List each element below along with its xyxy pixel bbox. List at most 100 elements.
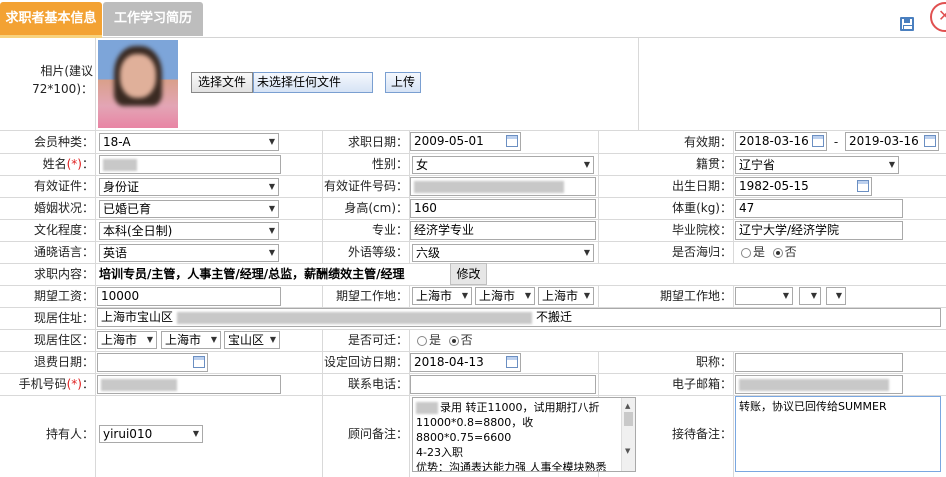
calendar-icon[interactable] (812, 135, 824, 147)
weight-label: 体重(kg)： (672, 201, 732, 215)
upload-button[interactable]: 上传 (385, 72, 421, 93)
native-place-select[interactable]: 辽宁省 ▼ (735, 156, 899, 174)
workplace-province-select[interactable]: 上海市 ▼ (412, 287, 472, 305)
overseas-no-radio[interactable] (772, 247, 783, 258)
job-title-label: 职称： (695, 355, 732, 369)
foreign-level-label: 外语等级： (347, 245, 408, 259)
id-type-label: 有效证件： (33, 179, 94, 193)
birth-date-input[interactable]: 1982-05-15 (735, 177, 872, 196)
member-type-label: 会员种类： (33, 135, 94, 149)
gender-label: 性别： (371, 157, 408, 171)
job-title-input[interactable] (735, 353, 903, 372)
workplace2-city-select[interactable]: ▼ (799, 287, 821, 305)
salary-label: 期望工资： (33, 289, 94, 303)
calendar-icon[interactable] (193, 356, 205, 368)
language-select[interactable]: 英语 ▼ (99, 244, 279, 262)
mobile-input[interactable] (97, 375, 281, 394)
profile-photo (98, 40, 178, 128)
reception-note-label: 接待备注： (671, 427, 732, 441)
birth-date-label: 出生日期： (671, 179, 732, 193)
height-input[interactable]: 160 (410, 199, 596, 218)
workplace2-label: 期望工作地： (659, 289, 732, 303)
area-city-select[interactable]: 上海市 ▼ (161, 331, 221, 349)
workplace-label: 期望工作地： (335, 289, 408, 303)
calendar-icon[interactable] (924, 135, 936, 147)
workplace2-province-select[interactable]: ▼ (735, 287, 793, 305)
calendar-icon[interactable] (506, 356, 518, 368)
address-input[interactable]: 上海市宝山区 不搬迁 (97, 308, 941, 327)
choose-file-button[interactable]: 选择文件 (191, 72, 253, 93)
mobile-label: 手机号码(*)： (18, 377, 94, 391)
tab-basic-info[interactable]: 求职者基本信息 (0, 2, 102, 38)
phone-label: 联系电话： (347, 377, 408, 391)
job-content-label: 求职内容： (33, 267, 94, 281)
overseas-label: 是否海归： (671, 245, 732, 259)
advisor-note-line: 4-23入职 (416, 446, 463, 459)
relocate-yes-radio[interactable] (417, 335, 427, 346)
holder-select[interactable]: yirui010 ▼ (99, 425, 203, 443)
major-label: 专业： (371, 223, 408, 237)
overseas-no-label: 否 (784, 245, 797, 259)
advisor-note-label: 顾问备注： (347, 427, 408, 441)
school-label: 毕业院校： (671, 223, 732, 237)
workplace-city-select[interactable]: 上海市 ▼ (475, 287, 535, 305)
calendar-icon[interactable] (857, 180, 869, 192)
marital-select[interactable]: 已婚已育 ▼ (99, 200, 279, 218)
tab-work-history[interactable]: 工作学习简历 (103, 2, 203, 36)
relocate-no-label: 否 (460, 333, 473, 347)
name-input[interactable] (99, 155, 281, 174)
overseas-yes-radio[interactable] (741, 247, 751, 258)
advisor-note-line: 优势：沟通表达能力强 人事全模块熟悉 (416, 461, 607, 472)
overseas-yes-label: 是 (753, 245, 766, 259)
weight-input[interactable]: 47 (735, 199, 903, 218)
overseas-radio-group: 是 否 (741, 241, 797, 263)
phone-input[interactable] (410, 375, 596, 394)
education-label: 文化程度： (33, 223, 94, 237)
salary-input[interactable]: 10000 (97, 287, 281, 306)
calendar-icon[interactable] (506, 135, 518, 147)
valid-period-label: 有效期： (683, 135, 732, 149)
save-icon[interactable] (900, 17, 914, 31)
id-number-label: 有效证件号码： (323, 179, 408, 193)
relocate-radio-group: 是 否 (417, 329, 473, 351)
workplace-district-select[interactable]: 上海市 ▼ (538, 287, 594, 305)
refund-date-input[interactable] (97, 353, 208, 372)
id-type-select[interactable]: 身份证 ▼ (99, 178, 279, 196)
gender-select[interactable]: 女 ▼ (412, 156, 594, 174)
area-district-select[interactable]: 宝山区 ▼ (224, 331, 280, 349)
relocate-no-radio[interactable] (448, 335, 459, 346)
member-type-select[interactable]: 18-A ▼ (99, 133, 279, 151)
reception-note-textarea[interactable]: 转账，协议已回传给SUMMER (735, 396, 941, 472)
close-icon[interactable]: ✕ (930, 2, 946, 32)
job-content-value: 培训专员/主管，人事主管/经理/总监，薪酬绩效主管/经理 (99, 267, 405, 281)
address-label: 现居住址： (33, 311, 94, 325)
language-label: 通晓语言： (33, 245, 94, 259)
advisor-note-line: 录用 转正11000，试用期打八折 (416, 400, 617, 415)
apply-date-label: 求职日期： (347, 135, 408, 149)
holder-label: 持有人： (45, 427, 94, 441)
file-name-display: 未选择任何文件 (253, 72, 373, 93)
valid-to-input[interactable]: 2019-03-16 (845, 132, 939, 151)
advisor-note-line: 11000*0.8=8800，收8800*0.75=6600 (416, 416, 534, 444)
major-input[interactable]: 经济学专业 (410, 221, 596, 240)
area-label: 现居住区： (33, 333, 94, 347)
native-place-label: 籍贯： (695, 157, 732, 171)
email-input[interactable] (735, 375, 903, 394)
relocate-yes-label: 是 (429, 333, 442, 347)
marital-label: 婚姻状况： (33, 201, 94, 215)
education-select[interactable]: 本科(全日制) ▼ (99, 222, 279, 240)
foreign-level-select[interactable]: 六级 ▼ (412, 244, 594, 262)
relocate-label: 是否可迁： (347, 333, 408, 347)
workplace2-district-select[interactable]: ▼ (826, 287, 846, 305)
date-range-dash: - (833, 135, 839, 149)
revisit-date-input[interactable]: 2018-04-13 (410, 353, 521, 372)
id-number-input[interactable] (410, 177, 596, 196)
school-input[interactable]: 辽宁大学/经济学院 (735, 221, 903, 240)
photo-label: 相片(建议72*100)： (32, 64, 93, 96)
modify-button[interactable]: 修改 (450, 263, 487, 285)
apply-date-input[interactable]: 2009-05-01 (410, 132, 521, 151)
email-label: 电子邮箱： (671, 377, 732, 391)
area-province-select[interactable]: 上海市 ▼ (97, 331, 157, 349)
height-label: 身高(cm)： (344, 201, 408, 215)
valid-from-input[interactable]: 2018-03-16 (735, 132, 827, 151)
